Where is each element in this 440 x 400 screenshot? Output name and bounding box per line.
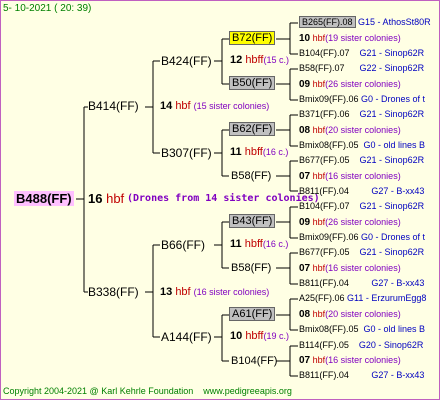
- g4-row-11: 07 hbf(16 sister colonies): [299, 171, 401, 182]
- g4-row-7[interactable]: B371(FF).06 G21 - Sinop62R: [299, 110, 424, 119]
- g2-drone-info-4: 10 hbff(19 c.): [230, 330, 289, 342]
- g4-row-18[interactable]: B811(FF).04 G27 - B-xx43: [299, 279, 424, 288]
- queen-b58-2[interactable]: B58(FF): [231, 263, 271, 274]
- queen-b307[interactable]: B307(FF): [161, 147, 212, 159]
- g4-row-3[interactable]: B104(FF).07 G21 - Sinop62R: [299, 49, 424, 58]
- g4-row-15[interactable]: Bmix09(FF).06 G0 - Drones of t: [299, 233, 425, 242]
- queen-b66[interactable]: B66(FF): [161, 239, 205, 251]
- g2-drone-info-3: 11 hbff(16 c.): [230, 238, 289, 250]
- g4-row-23: 07 hbf(16 sister colonies): [299, 355, 401, 366]
- queen-b62[interactable]: B62(FF): [229, 122, 276, 136]
- queen-b338[interactable]: B338(FF): [88, 286, 139, 298]
- g4-row-6[interactable]: Bmix09(FF).06 G0 - Drones of t: [299, 95, 425, 104]
- root-queen[interactable]: B488(FF): [14, 191, 74, 206]
- queen-b50[interactable]: B50(FF): [229, 76, 276, 90]
- g4-row-13[interactable]: B104(FF).07 G21 - Sinop62R: [299, 202, 424, 211]
- copyright-text: Copyright 2004-2021 @ Karl Kehrle Founda…: [3, 386, 194, 396]
- g4-row-10[interactable]: B677(FF).05 G21 - Sinop62R: [299, 156, 424, 165]
- queen-b414[interactable]: B414(FF): [88, 100, 139, 112]
- root-drone-info: 16 hbf: [88, 191, 125, 206]
- g4-row-21[interactable]: Bmix08(FF).05 G0 - old lines B: [299, 325, 425, 334]
- g4-row-20: 08 hbf(20 sister colonies): [299, 309, 401, 320]
- g4-row-22[interactable]: B114(FF).05 G20 - Sinop62R: [299, 341, 423, 350]
- queen-a61[interactable]: A61(FF): [229, 307, 276, 321]
- g4-row-2: 10 hbf(19 sister colonies): [299, 33, 401, 44]
- g4-row-24[interactable]: B811(FF).04 G27 - B-xx43: [299, 371, 424, 380]
- g4-row-16[interactable]: B677(FF).05 G21 - Sinop62R: [299, 248, 424, 257]
- g4-row-19[interactable]: A25(FF).06 G11 - ErzurumEgg8: [299, 294, 426, 303]
- g2-drone-info-2: 11 hbff(16 c.): [230, 146, 289, 158]
- g2-drone-info-1: 12 hbff(15 c.): [230, 54, 289, 66]
- g1-drone-info-1: 14 hbf (15 sister colonies): [160, 100, 270, 112]
- queen-b424[interactable]: B424(FF): [161, 55, 212, 67]
- g1-drone-info-2: 13 hbf (16 sister colonies): [160, 286, 270, 298]
- g4-row-5: 09 hbf(26 sister colonies): [299, 79, 401, 90]
- queen-a144[interactable]: A144(FF): [161, 331, 212, 343]
- queen-b104[interactable]: B104(FF): [231, 356, 277, 367]
- root-sister-colonies: (Drones from 14 sister colonies): [127, 193, 320, 204]
- queen-b58[interactable]: B58(FF): [231, 171, 271, 182]
- g4-row-14: 09 hbf(26 sister colonies): [299, 217, 401, 228]
- g4-row-9[interactable]: Bmix08(FF).05 G0 - old lines B: [299, 141, 425, 150]
- g4-row-1[interactable]: B265(FF).08 G15 - AthosSt80R: [299, 16, 431, 28]
- g4-row-8: 08 hbf(20 sister colonies): [299, 125, 401, 136]
- g4-row-17: 07 hbf(16 sister colonies): [299, 263, 401, 274]
- g4-row-4[interactable]: B58(FF).07 G22 - Sinop62R: [299, 64, 424, 73]
- g4-row-12[interactable]: B811(FF).04 G27 - B-xx43: [299, 187, 424, 196]
- report-date: 5- 10-2021 ( 20: 39): [3, 3, 92, 14]
- site-link[interactable]: www.pedigreeapis.org: [203, 386, 292, 396]
- footer: Copyright 2004-2021 @ Karl Kehrle Founda…: [3, 387, 292, 396]
- queen-b43[interactable]: B43(FF): [229, 214, 276, 228]
- queen-b72[interactable]: B72(FF): [229, 31, 276, 45]
